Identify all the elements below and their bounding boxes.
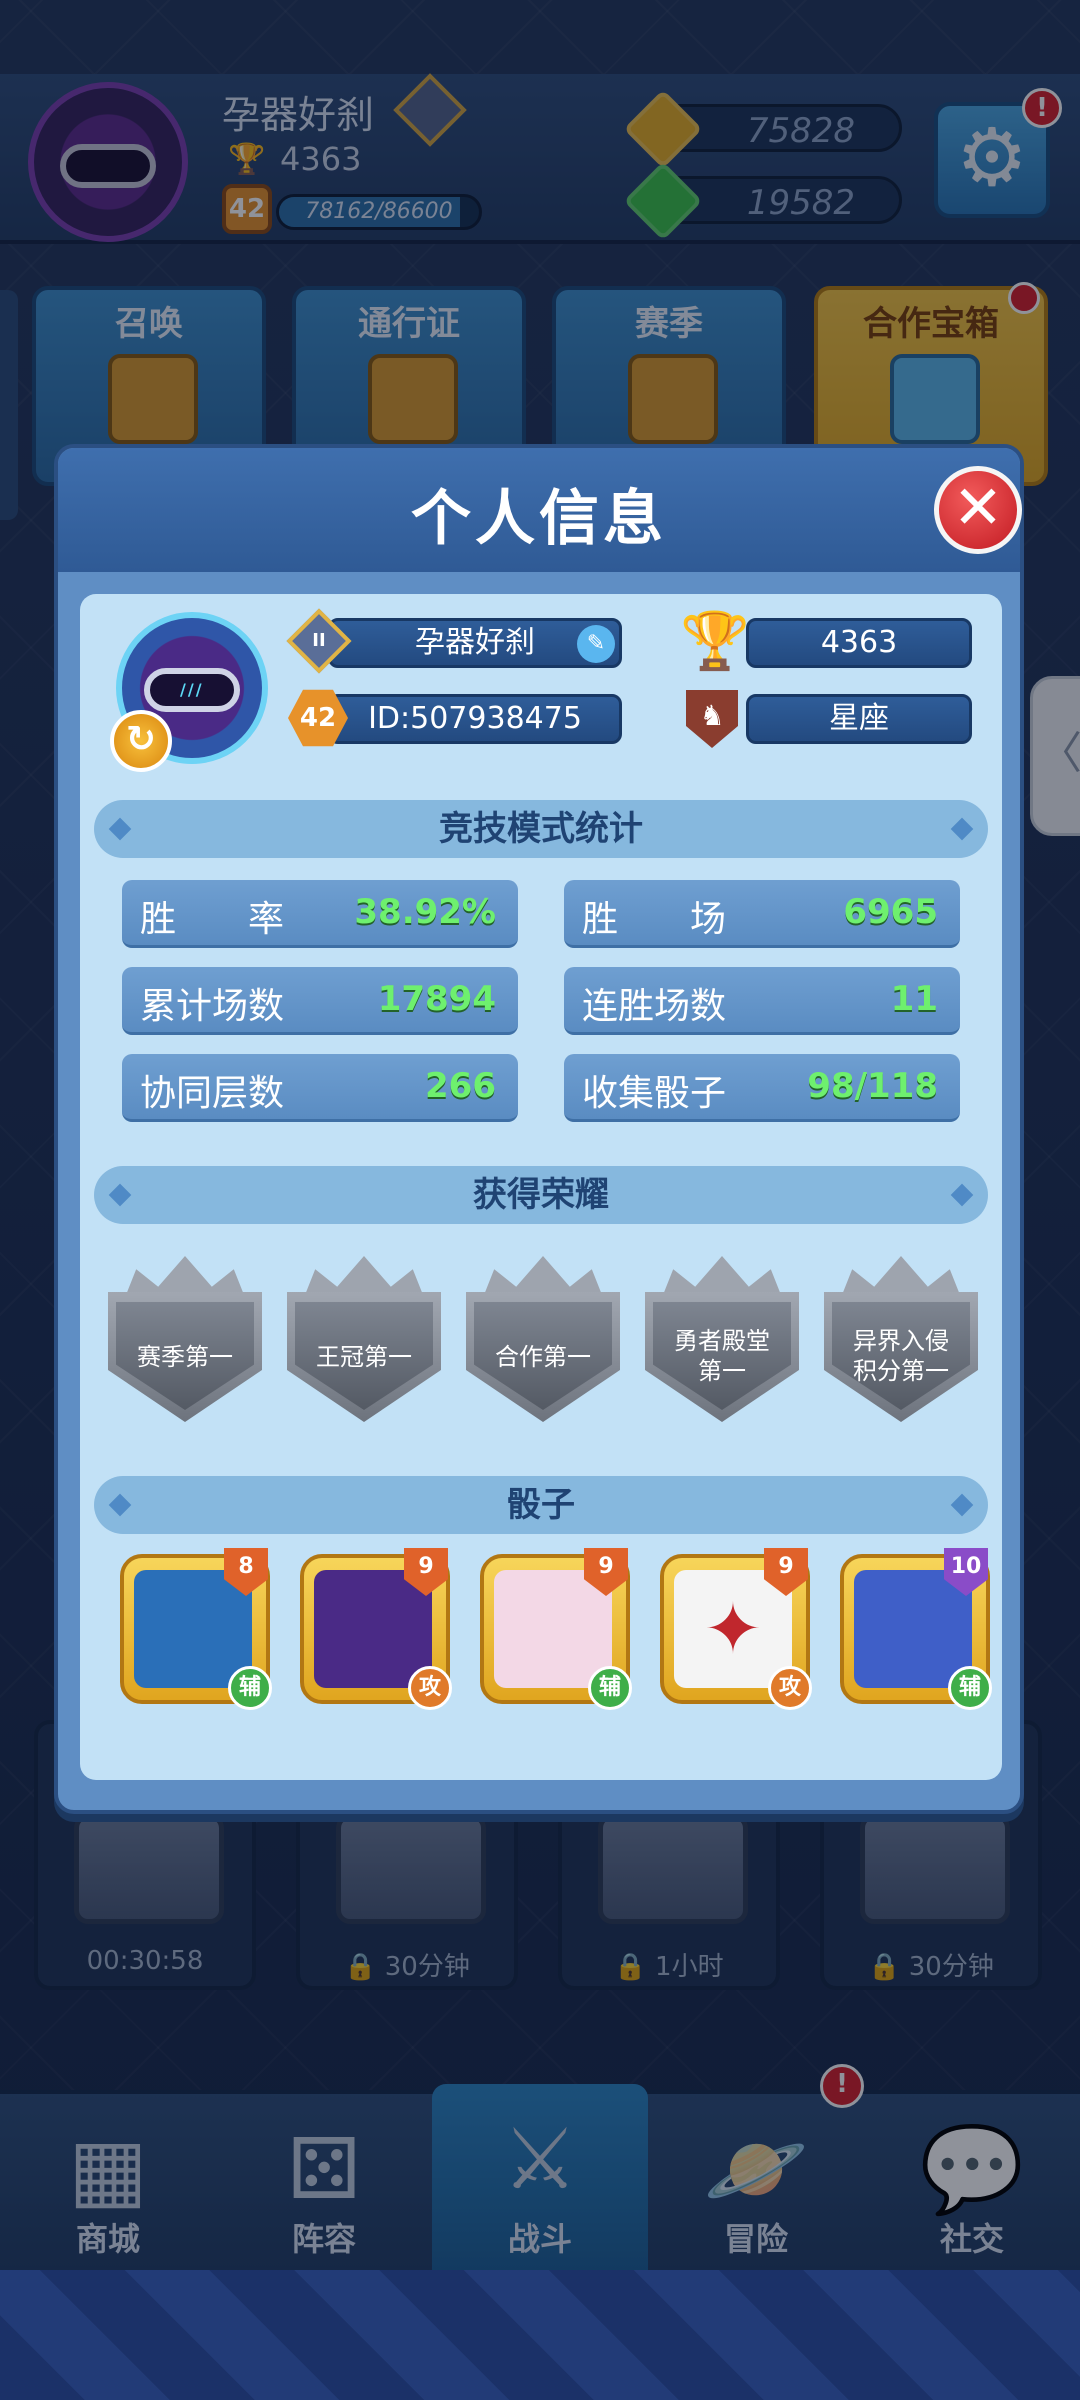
close-icon: ✕ (952, 473, 1004, 543)
dice-title: 骰子 (507, 1485, 575, 1525)
honor-label: 勇者殿堂第一 (674, 1327, 770, 1385)
edit-name-button[interactable]: ✎ (577, 625, 615, 663)
honor-label: 异界入侵积分第一 (853, 1327, 949, 1385)
dice-role: 攻 (408, 1666, 452, 1710)
stat-label: 累计场数 (140, 986, 285, 1027)
profile-modal: 个人信息 ✕ /// ↻ 孕器好刹 ✎ II 4363 🏆 ID:5079384… (54, 444, 1024, 1814)
modal-body: /// ↻ 孕器好刹 ✎ II 4363 🏆 ID:507938475 42 星… (80, 594, 1002, 1780)
honor-coop-first[interactable]: 合作第一 (462, 1256, 624, 1426)
archer-dice-icon (314, 1570, 432, 1688)
honors-title: 获得荣耀 (473, 1175, 609, 1215)
profile-constellation: 星座 (829, 701, 889, 736)
stat-dice-collected: 收集骰子 98/118 (564, 1054, 960, 1122)
dice-card[interactable]: 9 辅 (480, 1548, 632, 1710)
stat-value: 17894 (377, 979, 496, 1019)
stat-value: 38.92% (354, 892, 496, 932)
change-avatar-button[interactable]: ↻ (110, 710, 172, 772)
honor-season-first[interactable]: 赛季第一 (104, 1256, 266, 1426)
stats-title: 竞技模式统计 (439, 809, 643, 849)
honor-invasion-first[interactable]: 异界入侵积分第一 (820, 1256, 982, 1426)
modal-title: 个人信息 (411, 484, 667, 554)
refresh-icon: ↻ (125, 719, 157, 760)
dice-card[interactable]: ✦ 9 攻 (660, 1548, 812, 1710)
rank-badge-icon: II (286, 608, 352, 674)
honor-label: 王冠第一 (316, 1343, 412, 1371)
stat-win-streak: 连胜场数 11 (564, 967, 960, 1035)
stat-wins: 胜 场 6965 (564, 880, 960, 948)
dice-role: 攻 (768, 1666, 812, 1710)
diamond-icon (108, 817, 132, 841)
stat-label: 连胜场数 (582, 986, 727, 1027)
dice-role: 辅 (228, 1666, 272, 1710)
diamond-icon (108, 1183, 132, 1207)
honor-crown-first[interactable]: 王冠第一 (283, 1256, 445, 1426)
diamond-icon (950, 817, 974, 841)
stat-value: 11 (890, 979, 938, 1019)
shuriken-dice-icon: ✦ (674, 1570, 792, 1688)
diamond-icon (950, 1493, 974, 1517)
honor-label: 合作第一 (495, 1343, 591, 1371)
profile-id: ID:507938475 (368, 701, 582, 736)
diamond-icon (950, 1183, 974, 1207)
stat-label: 收集骰子 (582, 1073, 727, 1114)
honor-label: 赛季第一 (137, 1343, 233, 1371)
lightning-dice-icon (134, 1570, 252, 1688)
dice-card[interactable]: 9 攻 (300, 1548, 452, 1710)
stat-total-games: 累计场数 17894 (122, 967, 518, 1035)
profile-name: 孕器好刹 (415, 625, 535, 660)
trophy-icon: 🏆 (680, 609, 750, 674)
profile-level: 42 (288, 689, 348, 747)
dice-section-header: 骰子 (94, 1476, 988, 1534)
stat-value: 266 (425, 1066, 496, 1106)
stat-label: 协同层数 (140, 1073, 285, 1114)
level-badge: 42 (286, 686, 350, 750)
blossom-dice-icon (494, 1570, 612, 1688)
profile-trophies: 4363 (820, 625, 898, 660)
dice-card[interactable]: 10 辅 (840, 1548, 992, 1710)
stats-section-header: 竞技模式统计 (94, 800, 988, 858)
guild-shield-icon: ♞ (680, 686, 744, 750)
stat-label: 胜 场 (582, 899, 727, 940)
dice-role: 辅 (948, 1666, 992, 1710)
duo-figure-dice-icon (854, 1570, 972, 1688)
stat-label: 胜 率 (140, 899, 285, 940)
name-pill: 孕器好刹 ✎ (328, 618, 622, 668)
close-button[interactable]: ✕ (934, 466, 1022, 554)
trophy-pill: 4363 (746, 618, 972, 668)
visor-stripes: /// (180, 680, 204, 699)
pencil-icon: ✎ (586, 631, 606, 656)
stat-coop-floors: 协同层数 266 (122, 1054, 518, 1122)
constellation-pill[interactable]: 星座 (746, 694, 972, 744)
honors-section-header: 获得荣耀 (94, 1166, 988, 1224)
stat-win-rate: 胜 率 38.92% (122, 880, 518, 948)
honor-hall-first[interactable]: 勇者殿堂第一 (641, 1256, 803, 1426)
diamond-icon (108, 1493, 132, 1517)
id-pill: ID:507938475 (328, 694, 622, 744)
stat-value: 98/118 (807, 1066, 938, 1106)
stat-value: 6965 (843, 892, 938, 932)
dice-card[interactable]: 8 辅 (120, 1548, 272, 1710)
dice-role: 辅 (588, 1666, 632, 1710)
modal-header: 个人信息 (58, 448, 1020, 572)
